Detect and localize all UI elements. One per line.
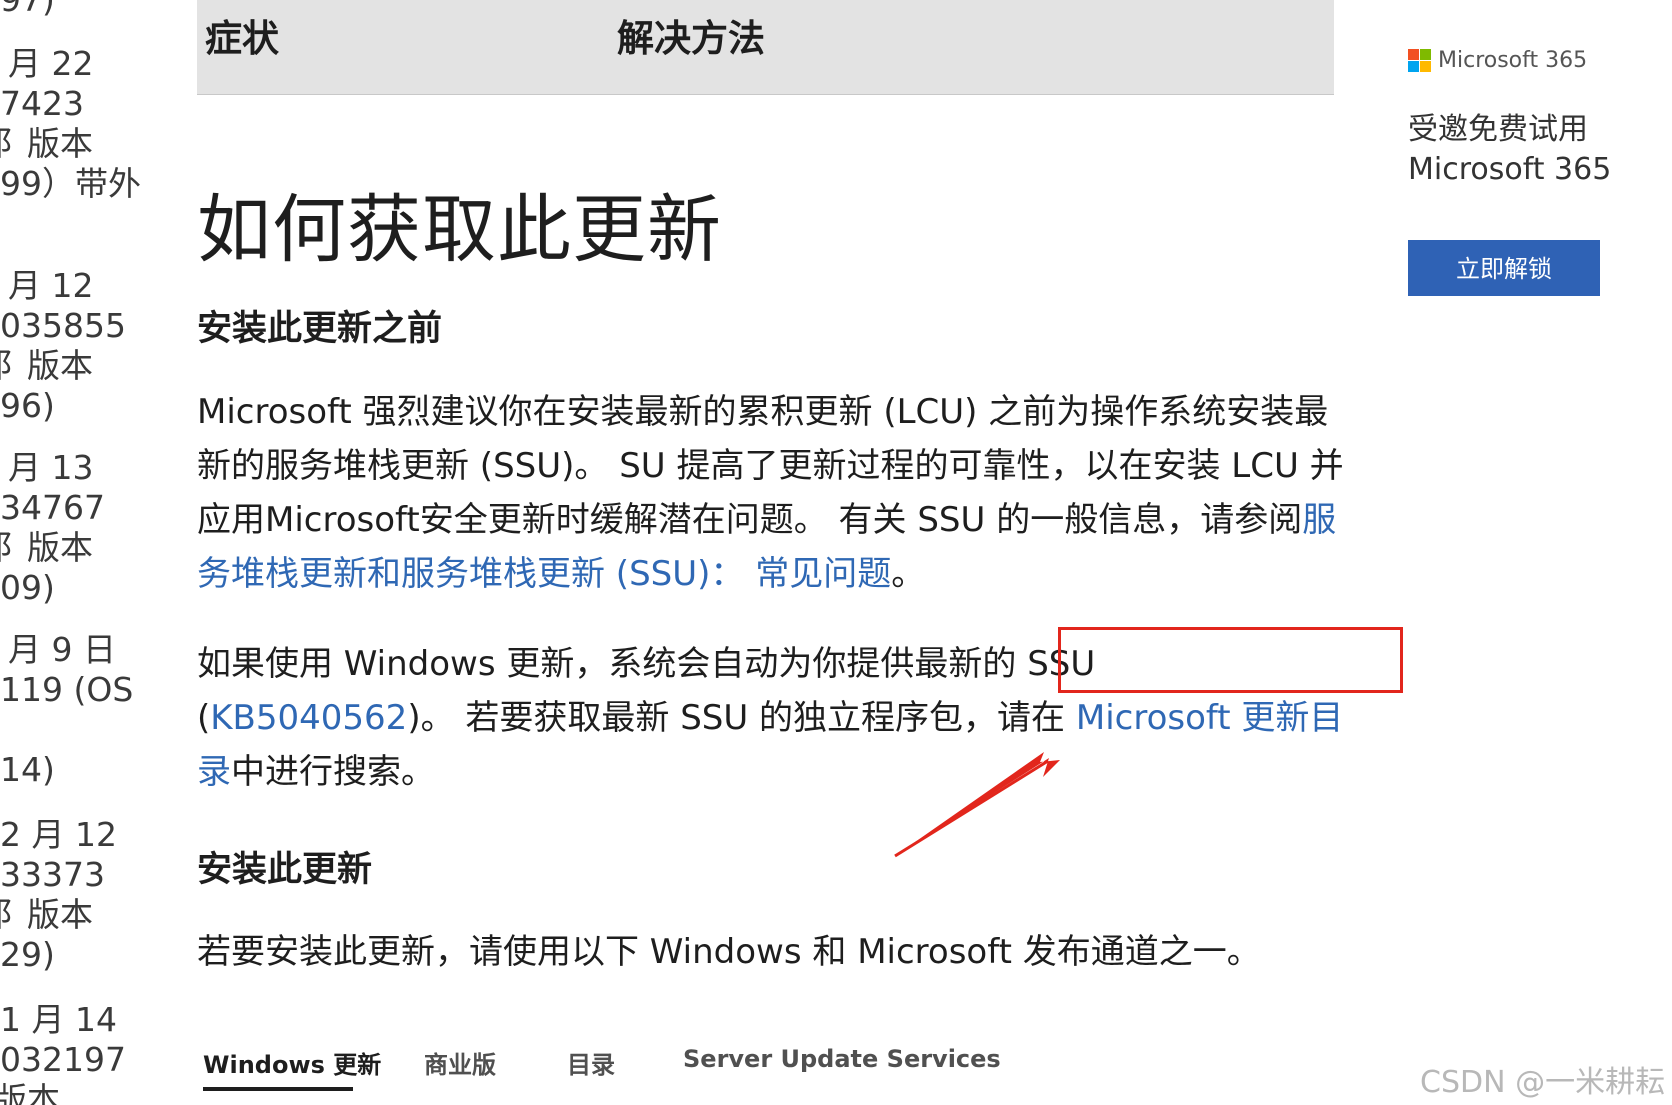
watermark: CSDN @一米耕耘 <box>1420 1065 1666 1100</box>
section-title-install: 安装此更新 <box>197 850 373 890</box>
ad-line: Microsoft 365 <box>1408 152 1612 187</box>
tab-catalog[interactable]: 目录 <box>567 1045 615 1080</box>
tab-windows-update[interactable]: Windows 更新 <box>203 1045 381 1080</box>
active-tab-indicator <box>203 1087 353 1091</box>
microsoft-logo-icon <box>1408 49 1432 73</box>
ad-brand: Microsoft 365 <box>1438 48 1588 73</box>
install-channels-paragraph: 若要安装此更新，请使用以下 Windows 和 Microsoft 发布通道之一… <box>197 932 1261 972</box>
unlock-now-button[interactable]: 立即解锁 <box>1408 240 1600 296</box>
ad-text: 受邀免费试用 Microsoft 365 <box>1408 110 1648 190</box>
ad-line: 受邀免费试用 <box>1408 112 1588 147</box>
tab-server-update-services[interactable]: Server Update Services <box>683 1045 1001 1073</box>
tab-business[interactable]: 商业版 <box>424 1045 496 1080</box>
